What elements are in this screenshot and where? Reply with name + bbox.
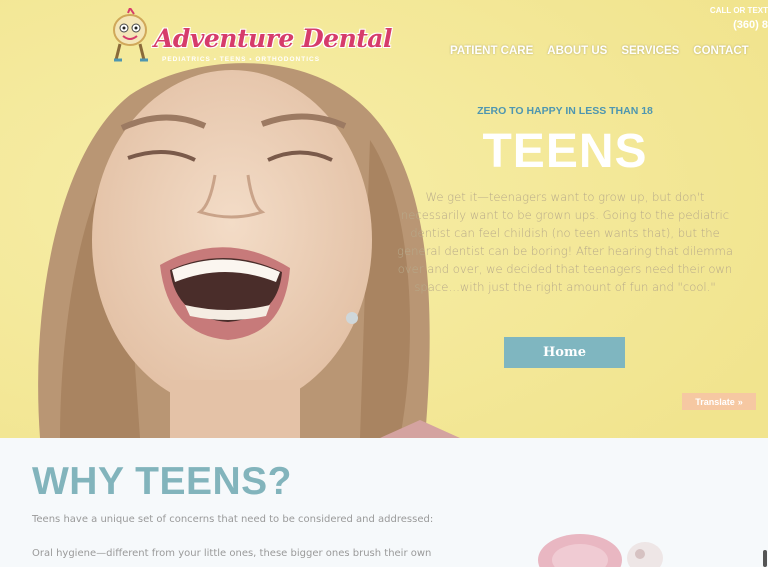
home-button[interactable]: Home — [504, 337, 625, 368]
double-chevron-right-icon: » — [737, 396, 743, 407]
main-nav: PATIENT CARE ABOUT US SERVICES CONTACT — [450, 45, 749, 57]
why-teens-oral-hygiene: Oral hygiene—different from your little … — [32, 548, 432, 559]
hero-eyebrow: ZERO TO HAPPY IN LESS THAN 18 — [477, 105, 653, 117]
hero-body: We get it—teenagers want to grow up, but… — [397, 190, 733, 294]
call-or-text[interactable]: CALL OR TEXT (360) 8 — [710, 6, 768, 31]
nav-item-patient-care[interactable]: PATIENT CARE — [450, 45, 533, 57]
logo[interactable]: Adventure Dental PEDIATRICS • TEENS • OR… — [104, 6, 393, 66]
tooth-mascot-icon — [113, 8, 148, 62]
dental-chair-illustration — [538, 534, 663, 567]
translate-button[interactable]: Translate » — [682, 393, 756, 410]
call-phone[interactable]: (360) 8 — [710, 19, 768, 31]
nav-item-services[interactable]: SERVICES — [621, 45, 679, 57]
logo-tagline: PEDIATRICS • TEENS • ORTHODONTICS — [162, 56, 321, 63]
nav-item-contact[interactable]: CONTACT — [693, 45, 748, 57]
hero-title: TEENS — [482, 125, 648, 178]
translate-label: Translate — [695, 396, 735, 407]
page-scrollbar[interactable] — [763, 550, 767, 567]
why-teens-title: WHY TEENS? — [32, 460, 292, 503]
nav-item-about-us[interactable]: ABOUT US — [547, 45, 607, 57]
hero-section: Adventure Dental PEDIATRICS • TEENS • OR… — [0, 0, 768, 438]
why-teens-section: WHY TEENS? Teens have a unique set of co… — [0, 438, 768, 567]
logo-text: Adventure Dental — [154, 24, 393, 53]
why-teens-intro: Teens have a unique set of concerns that… — [32, 514, 434, 525]
call-label: CALL OR TEXT — [709, 6, 768, 15]
